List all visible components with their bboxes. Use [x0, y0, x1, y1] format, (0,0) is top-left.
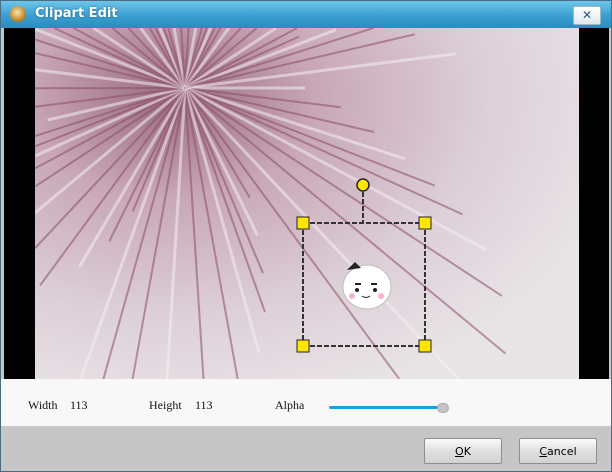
background-photo: [35, 28, 579, 379]
width-label: Width: [28, 398, 58, 412]
close-button[interactable]: ✕: [573, 6, 601, 25]
clipart-character[interactable]: [342, 262, 392, 310]
alpha-label: Alpha: [275, 398, 305, 412]
resize-handle-top-right[interactable]: [418, 216, 432, 230]
clipart-layer: [296, 178, 432, 353]
properties-panel: Width 113 Height 113 Alpha: [1, 379, 611, 426]
alpha-slider-track: [329, 406, 445, 409]
title-bar: Clipart Edit ✕: [1, 1, 611, 28]
app-icon: [10, 6, 26, 22]
cancel-label: ancel: [547, 445, 577, 458]
alpha-slider-thumb[interactable]: [437, 403, 450, 413]
cancel-button[interactable]: Cancel: [519, 438, 597, 464]
ok-label: K: [463, 445, 471, 458]
ok-button[interactable]: OK: [424, 438, 502, 464]
height-label: Height: [149, 398, 182, 412]
window-title: Clipart Edit: [35, 6, 118, 21]
rotate-handle[interactable]: [356, 178, 370, 192]
resize-handle-top-left[interactable]: [296, 216, 310, 230]
resize-handle-bottom-left[interactable]: [296, 339, 310, 353]
clipart-edit-dialog: Clipart Edit ✕ Width 113 Height 113 Alph…: [0, 0, 612, 472]
cancel-accesskey: C: [539, 445, 548, 458]
alpha-slider[interactable]: [329, 403, 450, 413]
preview-canvas: [4, 28, 609, 379]
ok-accesskey: O: [455, 445, 464, 458]
height-value: 113: [195, 398, 213, 412]
resize-handle-bottom-right[interactable]: [418, 339, 432, 353]
width-value: 113: [70, 398, 88, 412]
